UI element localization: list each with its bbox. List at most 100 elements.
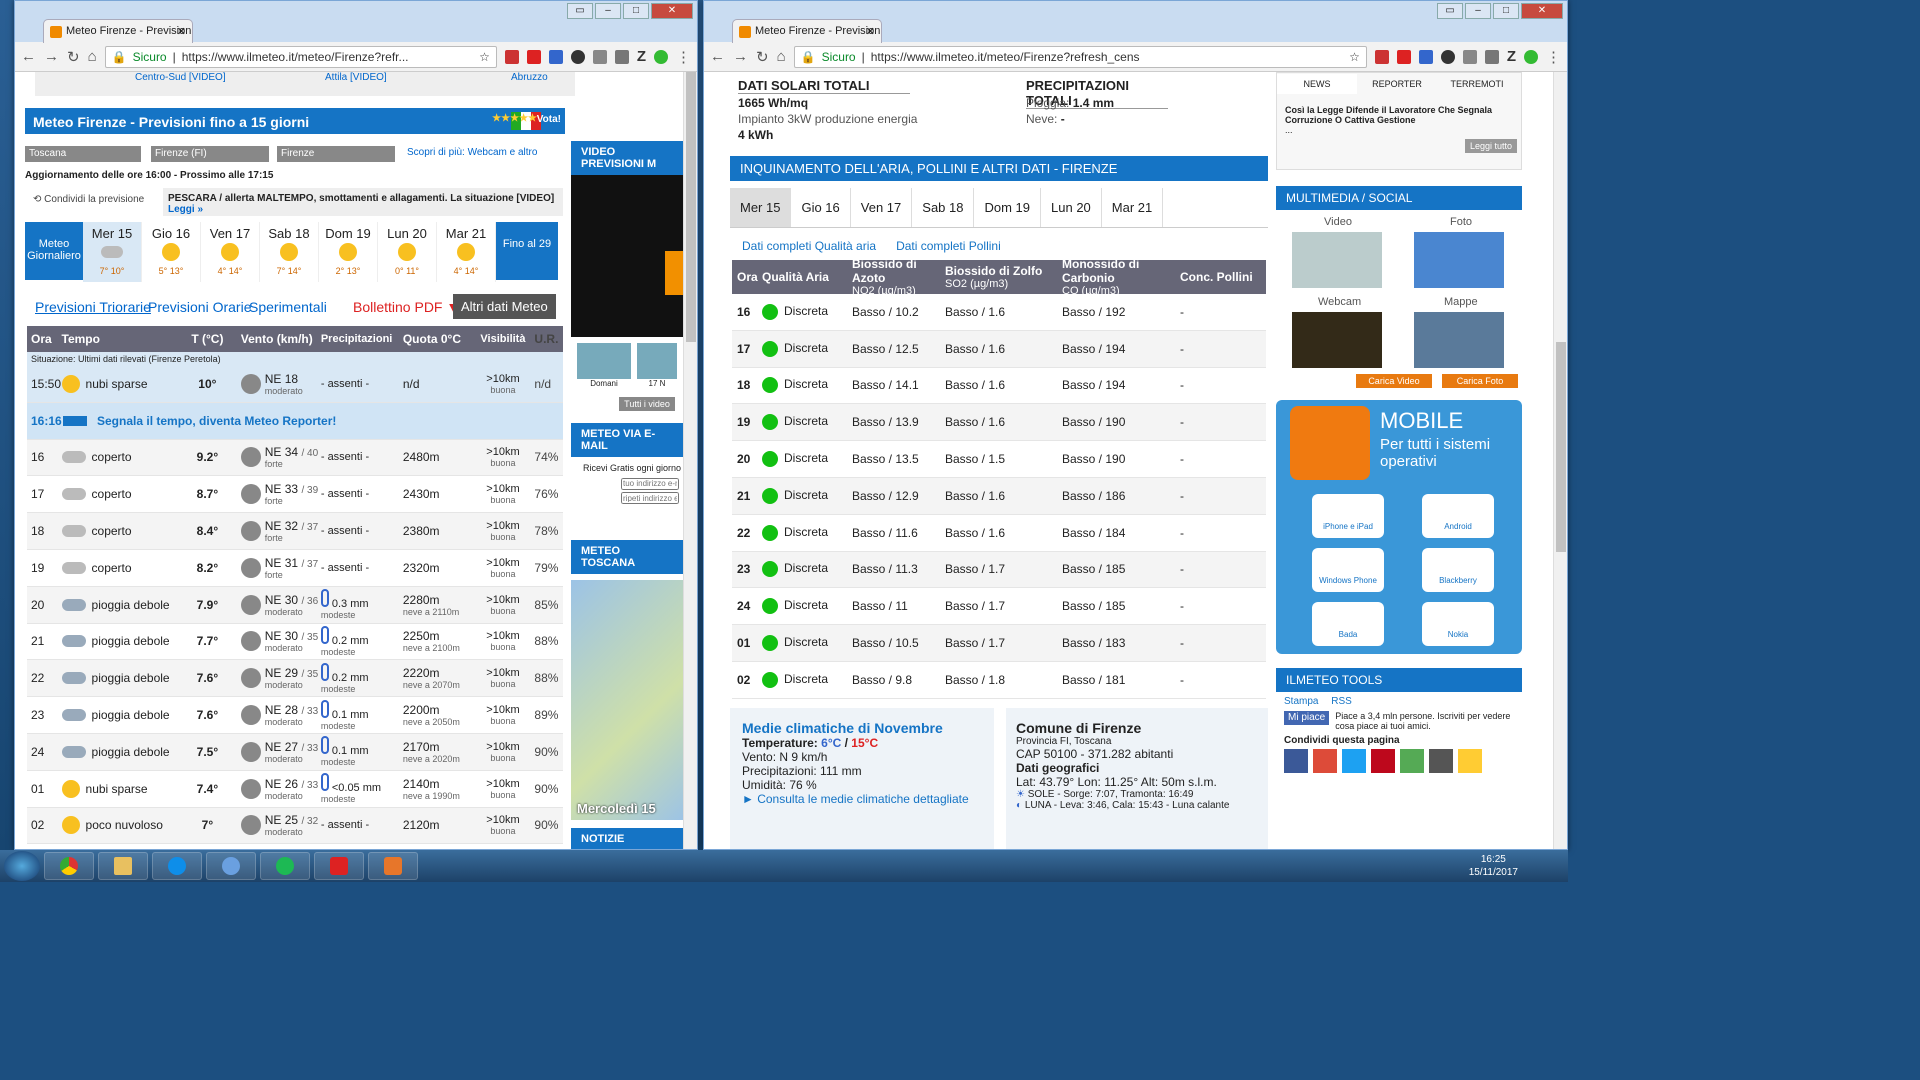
- back-icon[interactable]: ←: [21, 48, 36, 65]
- close-window-icon[interactable]: ✕: [651, 3, 693, 19]
- taskbar-chrome2[interactable]: [206, 852, 256, 880]
- maximize-icon[interactable]: □: [1493, 3, 1519, 19]
- forward-icon[interactable]: →: [733, 48, 748, 65]
- pdf-ext-icon[interactable]: [1374, 49, 1389, 64]
- close-tab-icon[interactable]: ✕: [866, 25, 875, 38]
- consulta-link[interactable]: ► Consulta le medie climatiche dettaglia…: [742, 792, 982, 806]
- day-tab[interactable]: Dom 19 2° 13°: [319, 222, 378, 282]
- mail-icon[interactable]: [1429, 749, 1453, 773]
- day-tab[interactable]: Mer 15: [730, 188, 792, 227]
- scrollbar-thumb[interactable]: [1556, 342, 1566, 552]
- video-thumb[interactable]: Domani: [577, 343, 631, 391]
- menu-icon[interactable]: ⋮: [676, 48, 691, 66]
- day-tab[interactable]: Dom 19: [974, 188, 1042, 227]
- puzzle-ext-icon[interactable]: [592, 49, 607, 64]
- app-store-button[interactable]: Blackberry: [1422, 548, 1494, 592]
- region-select[interactable]: Toscana: [25, 146, 141, 162]
- favorite-icon[interactable]: [1458, 749, 1482, 773]
- camera-ext-icon[interactable]: [570, 49, 585, 64]
- pinterest-icon[interactable]: [1371, 749, 1395, 773]
- scrollbar[interactable]: [1553, 72, 1567, 849]
- reload-icon[interactable]: ↻: [67, 48, 80, 66]
- app-store-button[interactable]: Nokia: [1422, 602, 1494, 646]
- stampa-link[interactable]: Stampa: [1284, 696, 1318, 707]
- province-select[interactable]: Firenze (FI): [151, 146, 269, 162]
- twitter-icon[interactable]: [1342, 749, 1366, 773]
- stars-icon[interactable]: ★★★★★: [492, 113, 537, 124]
- app-store-button[interactable]: Android: [1422, 494, 1494, 538]
- tab-news[interactable]: NEWS: [1277, 74, 1357, 94]
- leggi-link[interactable]: Leggi »: [168, 204, 203, 215]
- video-thumb[interactable]: [1292, 232, 1382, 288]
- screenshot-icon[interactable]: [614, 49, 629, 64]
- leggi-tutto-button[interactable]: Leggi tutto: [1465, 139, 1517, 153]
- restore-icon[interactable]: ▭: [567, 3, 593, 19]
- address-bar[interactable]: 🔒 Sicuro | https://www.ilmeteo.it/meteo/Fir…: [793, 45, 1367, 68]
- star-icon[interactable]: ☆: [479, 50, 490, 64]
- mappe-thumb[interactable]: [1414, 312, 1504, 368]
- fino-al-29-button[interactable]: Fino al 29: [496, 222, 558, 280]
- bollettino-pdf-link[interactable]: Bollettino PDF ▼: [353, 299, 460, 315]
- banner-link[interactable]: Abruzzo: [511, 72, 548, 83]
- browser-tab[interactable]: Meteo Firenze - Prevision ✕: [43, 19, 193, 43]
- scrollbar[interactable]: [683, 72, 697, 849]
- share-link[interactable]: ⟲ Condividi la previsione: [33, 194, 144, 205]
- mobile-promo[interactable]: MOBILE Per tutti i sistemi operativi iPh…: [1276, 400, 1522, 654]
- qualita-aria-link[interactable]: Dati completi Qualità aria: [742, 239, 876, 253]
- z-ext-icon[interactable]: Z: [637, 48, 646, 65]
- news-ticker[interactable]: PESCARA / allerta MALTEMPO, smottamenti …: [163, 188, 563, 216]
- new-ext-icon[interactable]: [1418, 49, 1433, 64]
- adblock-icon[interactable]: [1396, 49, 1411, 64]
- taskbar-explorer[interactable]: [98, 852, 148, 880]
- star-icon[interactable]: ☆: [1349, 50, 1360, 64]
- back-icon[interactable]: ←: [710, 48, 725, 65]
- facebook-like-button[interactable]: Mi piace: [1284, 711, 1330, 725]
- banner-link[interactable]: Attila [VIDEO]: [325, 72, 387, 83]
- tab-previsioni-triorarie[interactable]: Previsioni Triorarie: [35, 299, 151, 315]
- address-bar[interactable]: 🔒 Sicuro | https://www.ilmeteo.it/meteo/Fir…: [104, 45, 497, 68]
- day-tab[interactable]: Lun 20 0° 11°: [378, 222, 437, 282]
- sync-ext-icon[interactable]: [1524, 49, 1538, 64]
- email-confirm-input[interactable]: [621, 492, 679, 504]
- taskbar-acrobat[interactable]: [314, 852, 364, 880]
- puzzle-ext-icon[interactable]: [1462, 49, 1477, 64]
- home-icon[interactable]: ⌂: [777, 48, 786, 65]
- app-store-button[interactable]: Bada: [1312, 602, 1384, 646]
- toscana-map[interactable]: Mercoledì 15: [571, 580, 685, 820]
- maximize-icon[interactable]: □: [623, 3, 649, 19]
- day-tab[interactable]: Mar 21 4° 14°: [437, 222, 496, 282]
- day-tab[interactable]: Sab 18: [912, 188, 975, 227]
- city-select[interactable]: Firenze: [277, 146, 395, 162]
- scrollbar-thumb[interactable]: [686, 72, 696, 342]
- video-thumb[interactable]: 17 N: [637, 343, 677, 391]
- tab-previsioni-orarie[interactable]: Previsioni Orarie: [148, 299, 251, 315]
- menu-icon[interactable]: ⋮: [1546, 48, 1561, 66]
- webcam-thumb[interactable]: [1292, 312, 1382, 368]
- carica-foto-button[interactable]: Carica Foto: [1442, 374, 1518, 388]
- taskbar-matlab[interactable]: [368, 852, 418, 880]
- day-tab[interactable]: Ven 17: [851, 188, 913, 227]
- news-headline[interactable]: Così la Legge Difende il Lavoratore Che …: [1277, 95, 1521, 125]
- altri-dati-button[interactable]: Altri dati Meteo: [453, 294, 556, 319]
- day-tab[interactable]: Gio 16: [791, 188, 851, 227]
- app-store-button[interactable]: iPhone e iPad: [1312, 494, 1384, 538]
- restore-icon[interactable]: ▭: [1437, 3, 1463, 19]
- day-tab[interactable]: Mar 21: [1102, 188, 1164, 227]
- day-tab[interactable]: Gio 16 5° 13°: [142, 222, 201, 282]
- okno-icon[interactable]: [1400, 749, 1424, 773]
- tutti-video-button[interactable]: Tutti i video: [619, 397, 675, 411]
- minimize-icon[interactable]: –: [595, 3, 621, 19]
- taskbar-spotify[interactable]: [260, 852, 310, 880]
- app-store-button[interactable]: Windows Phone: [1312, 548, 1384, 592]
- sync-ext-icon[interactable]: [654, 49, 668, 64]
- tab-reporter[interactable]: REPORTER: [1357, 79, 1437, 89]
- clock[interactable]: 16:25 15/11/2017: [1469, 853, 1518, 879]
- adblock-icon[interactable]: [526, 49, 541, 64]
- taskbar-chrome[interactable]: [44, 852, 94, 880]
- home-icon[interactable]: ⌂: [88, 48, 97, 65]
- rss-link[interactable]: RSS: [1331, 696, 1352, 707]
- screenshot-icon[interactable]: [1484, 49, 1499, 64]
- day-tab[interactable]: Sab 18 7° 14°: [260, 222, 319, 282]
- facebook-icon[interactable]: [1284, 749, 1308, 773]
- tab-terremoti[interactable]: TERREMOTI: [1437, 79, 1517, 89]
